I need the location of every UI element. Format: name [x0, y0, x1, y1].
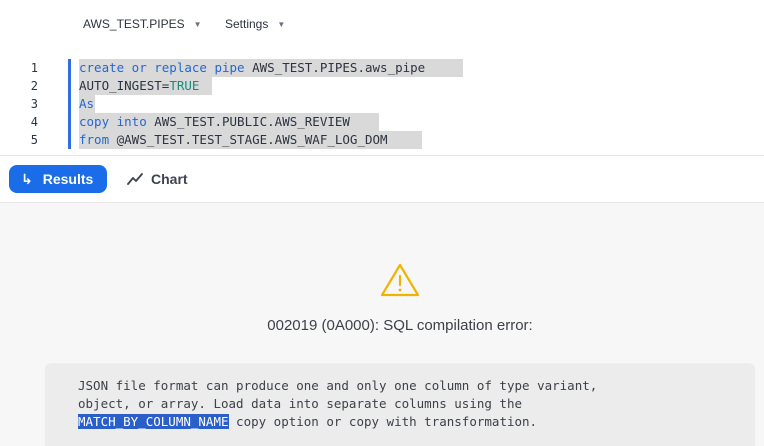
code-text: As — [79, 95, 94, 113]
caret-down-icon: ▼ — [277, 19, 286, 29]
sql-keyword: from — [79, 132, 110, 147]
sql-editor[interactable]: 1 create or replace pipe AWS_TEST.PIPES.a… — [0, 50, 764, 155]
sql-keyword: As — [79, 96, 95, 111]
line-number: 5 — [30, 133, 38, 147]
error-message-box: JSON file format can produce one and onl… — [45, 363, 755, 446]
error-message[interactable]: JSON file format can produce one and onl… — [78, 377, 755, 431]
sql-identifier: @AWS_TEST.TEST_STAGE.AWS_WAF_LOG_DOM — [109, 132, 388, 147]
worksheet-toolbar: AWS_TEST.PIPES ▼ Settings ▼ — [0, 0, 764, 50]
line-number: 4 — [30, 115, 38, 129]
sql-identifier: AWS_TEST.PUBLIC.AWS_REVIEW — [146, 114, 350, 129]
code-text: copy into AWS_TEST.PUBLIC.AWS_REVIEW — [79, 113, 350, 131]
error-message-text-end: copy option or copy with transformation. — [228, 414, 538, 429]
sql-identifier: AUTO_INGEST= — [79, 78, 170, 93]
settings-dropdown[interactable]: Settings ▼ — [225, 17, 285, 31]
code-line[interactable]: 4 copy into AWS_TEST.PUBLIC.AWS_REVIEW — [0, 113, 764, 131]
line-number: 2 — [30, 79, 38, 93]
sql-keyword: create or replace pipe — [79, 60, 245, 75]
code-line[interactable]: 1 create or replace pipe AWS_TEST.PIPES.a… — [0, 59, 764, 77]
code-line[interactable]: 2 AUTO_INGEST=TRUE — [0, 77, 764, 95]
caret-down-icon: ▼ — [193, 19, 202, 29]
context-label: AWS_TEST.PIPES — [83, 17, 185, 31]
context-selector[interactable]: AWS_TEST.PIPES ▼ — [83, 17, 202, 31]
code-line[interactable]: 3 As — [0, 95, 764, 113]
error-title: 002019 (0A000): SQL compilation error: — [267, 317, 533, 334]
warning-icon — [379, 262, 421, 303]
line-number: 1 — [30, 61, 38, 75]
chart-line-icon — [127, 173, 143, 185]
selected-text: MATCH_BY_COLUMN_NAME — [78, 414, 229, 429]
sql-identifier: AWS_TEST.PIPES.aws_pipe — [244, 60, 426, 75]
settings-label: Settings — [225, 17, 269, 31]
active-selection-bar — [68, 59, 71, 149]
return-arrow-icon: ↳ — [21, 170, 33, 187]
code-text: from @AWS_TEST.TEST_STAGE.AWS_WAF_LOG_DO… — [79, 131, 388, 149]
result-tabs: ↳ Results Chart — [0, 156, 764, 202]
code-line[interactable]: 5 from @AWS_TEST.TEST_STAGE.AWS_WAF_LOG_D… — [0, 131, 764, 149]
results-tab-label: Results — [42, 171, 94, 187]
chart-tab-button[interactable]: Chart — [127, 165, 188, 193]
results-tab-button[interactable]: ↳ Results — [9, 165, 107, 193]
code-text: AUTO_INGEST=TRUE — [79, 77, 199, 95]
chart-tab-label: Chart — [151, 171, 188, 187]
sql-literal: TRUE — [169, 78, 200, 93]
code-text: create or replace pipe AWS_TEST.PIPES.aw… — [79, 59, 425, 77]
sql-keyword: copy into — [79, 114, 147, 129]
line-number: 3 — [30, 97, 38, 111]
error-message-text: JSON file format can produce one and onl… — [78, 378, 598, 411]
